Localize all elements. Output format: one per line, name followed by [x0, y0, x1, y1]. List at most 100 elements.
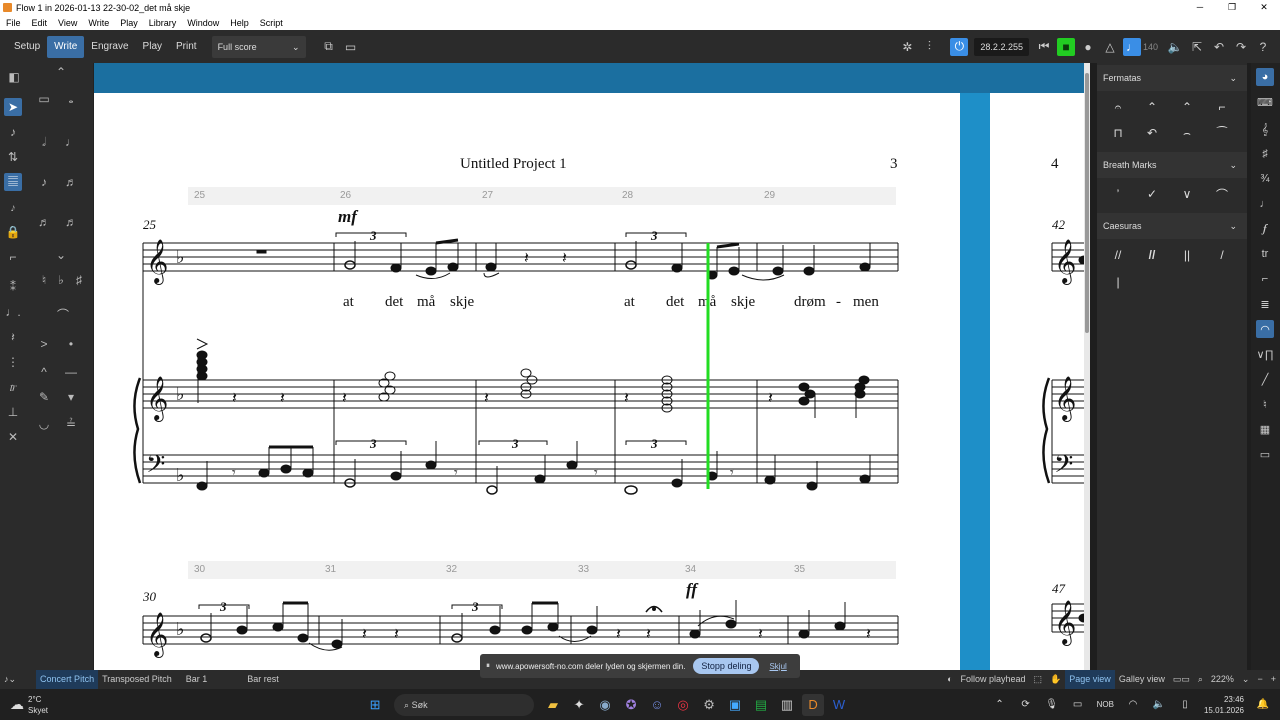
page-view-button[interactable]: Page view: [1065, 670, 1115, 689]
tempo-icon[interactable]: ♩: [1256, 195, 1274, 213]
volume-icon[interactable]: 🔈: [1166, 38, 1184, 56]
menu-script[interactable]: Script: [260, 18, 283, 28]
tuplet-icon[interactable]: ⋮: [4, 353, 22, 371]
excel-icon[interactable]: ▤: [750, 694, 772, 716]
fermata-curlew-icon[interactable]: ↶: [1141, 123, 1163, 143]
rest-icon[interactable]: 𝄽: [4, 328, 22, 346]
fermata-square-icon[interactable]: ⌐: [1211, 97, 1233, 117]
zoom-out-icon[interactable]: −: [1253, 670, 1266, 689]
score-canvas[interactable]: Untitled Project 1 3 4 25 26 27 28 29 30…: [94, 63, 1090, 670]
clock-date[interactable]: 15.01.2026: [1204, 705, 1244, 716]
ornaments-icon[interactable]: tr: [1256, 245, 1274, 263]
settings-gear-icon[interactable]: ⚙: [698, 694, 720, 716]
speaker-icon[interactable]: 🔈: [1148, 694, 1170, 716]
help-icon[interactable]: ?: [1254, 38, 1272, 56]
pencil-icon[interactable]: ✎: [35, 388, 53, 406]
section-header-breath-marks[interactable]: Breath Marks ⌄: [1097, 152, 1247, 178]
menu-window[interactable]: Window: [187, 18, 219, 28]
concert-pitch-button[interactable]: Concert Pitch: [36, 670, 99, 689]
keyboard-icon[interactable]: ⌨: [1256, 93, 1274, 111]
sixteenth-note-icon[interactable]: ♬: [62, 173, 80, 191]
caret-icon[interactable]: ⌐: [4, 248, 22, 266]
sharp-icon[interactable]: ♯: [70, 271, 88, 289]
voice-icon[interactable]: ⁑: [4, 278, 22, 296]
follow-playhead-toggle-icon[interactable]: ◐: [943, 670, 956, 689]
lock-icon[interactable]: 🔒: [4, 223, 22, 241]
fermata-long-icon[interactable]: ⌃: [1141, 97, 1163, 117]
dynamics-icon[interactable]: 𝆑: [1256, 220, 1274, 238]
quarter-note-icon[interactable]: ♩: [62, 133, 80, 151]
menu-view[interactable]: View: [58, 18, 77, 28]
slur-icon[interactable]: ⌒: [48, 305, 78, 323]
flat-icon[interactable]: ♭: [52, 271, 70, 289]
clock-time[interactable]: 23:46: [1204, 694, 1244, 705]
tab-print[interactable]: Print: [169, 36, 204, 58]
half-note-icon[interactable]: 𝅗𝅥: [35, 133, 53, 151]
caesura-straight-icon[interactable]: ||: [1176, 245, 1198, 265]
holds-pauses-icon[interactable]: ∨∏: [1256, 345, 1274, 363]
scroll-thumb[interactable]: [1085, 73, 1089, 333]
caesura-icon[interactable]: //: [1107, 245, 1129, 265]
rest-bar-icon[interactable]: ▭: [35, 90, 53, 108]
menu-library[interactable]: Library: [149, 18, 177, 28]
mixer-icon[interactable]: ✲: [898, 38, 916, 56]
power-icon[interactable]: ⏻: [950, 37, 969, 56]
breath-v-icon[interactable]: ∨: [1176, 184, 1198, 204]
sixty-fourth-note-icon[interactable]: ♬: [62, 213, 80, 231]
undo-icon[interactable]: ↶: [1210, 38, 1228, 56]
record-icon[interactable]: ●: [1079, 38, 1097, 56]
panel-toggle-icon[interactable]: ◧: [5, 68, 23, 86]
breath-comma-icon[interactable]: ’: [1107, 184, 1129, 204]
app-icon[interactable]: ✦: [568, 694, 590, 716]
caesura-single-icon[interactable]: |: [1107, 272, 1129, 292]
lines-icon[interactable]: ≣: [1256, 295, 1274, 313]
vertical-scrollbar[interactable]: [1084, 63, 1090, 670]
note-input-icon[interactable]: ♪: [4, 123, 22, 141]
menu-play[interactable]: Play: [120, 18, 138, 28]
hand-tool-icon[interactable]: ✋: [1046, 670, 1065, 689]
pause-icon[interactable]: ⏸: [486, 661, 490, 671]
tenuto-staccato-icon[interactable]: ≟: [62, 415, 80, 433]
photos-icon[interactable]: ▣: [724, 694, 746, 716]
section-header-caesuras[interactable]: Caesuras ⌄: [1097, 213, 1247, 239]
fermata-tab-icon[interactable]: ◠: [1256, 320, 1274, 338]
caesura-thick-icon[interactable]: //: [1141, 245, 1163, 265]
insert-icon[interactable]: ⇅: [4, 148, 22, 166]
tab-write[interactable]: Write: [47, 35, 85, 58]
teams-icon[interactable]: ✪: [620, 694, 642, 716]
fermata-icon[interactable]: 𝄐: [1107, 97, 1129, 117]
whole-note-icon[interactable]: 𝅝: [62, 90, 80, 108]
tie-icon[interactable]: ◡: [35, 415, 53, 433]
spread-icon[interactable]: ▭▭: [1169, 670, 1194, 689]
chevron-up-icon[interactable]: ⌃: [989, 694, 1011, 716]
maximize-button[interactable]: ❐: [1216, 0, 1248, 15]
sync-icon[interactable]: ⟳: [1015, 694, 1037, 716]
breath-salzedo-icon[interactable]: ⌒: [1211, 184, 1233, 204]
glissando-icon[interactable]: ╱: [1256, 370, 1274, 388]
notepad-icon[interactable]: ▥: [776, 694, 798, 716]
chrome-icon[interactable]: ◎: [672, 694, 694, 716]
clef-icon[interactable]: 𝄞: [1256, 121, 1274, 139]
repeat-icon[interactable]: ⌐: [1256, 270, 1274, 288]
trill-icon[interactable]: 𝆖: [4, 378, 22, 396]
tab-play[interactable]: Play: [136, 36, 169, 58]
menu-help[interactable]: Help: [230, 18, 249, 28]
note-input-mode-icon[interactable]: ♪⌄: [0, 670, 20, 689]
fermata-short-icon[interactable]: ⌃: [1176, 97, 1198, 117]
chord-input-icon[interactable]: 𝄚: [4, 173, 22, 191]
staccatissimo-icon[interactable]: ▾: [62, 388, 80, 406]
word-icon[interactable]: W: [828, 694, 850, 716]
language-indicator[interactable]: NOB: [1097, 700, 1114, 709]
section-header-fermatas[interactable]: Fermatas ⌄: [1097, 65, 1247, 91]
hide-link[interactable]: Skjul: [769, 662, 786, 671]
selection-tool-icon[interactable]: ⬚: [1030, 670, 1047, 689]
comments-icon[interactable]: ▭: [1256, 445, 1274, 463]
eighth-note-icon[interactable]: ♪: [35, 173, 53, 191]
natural-icon[interactable]: ♮: [35, 271, 53, 289]
follow-playhead-label[interactable]: Follow playhead: [957, 670, 1030, 689]
staccato-icon[interactable]: •: [62, 335, 80, 353]
chevron-down-icon[interactable]: ⌄: [1238, 670, 1254, 689]
stop-sharing-button[interactable]: Stopp deling: [693, 658, 760, 674]
harp-pedal-icon[interactable]: ♮: [1256, 395, 1274, 413]
menu-edit[interactable]: Edit: [32, 18, 48, 28]
